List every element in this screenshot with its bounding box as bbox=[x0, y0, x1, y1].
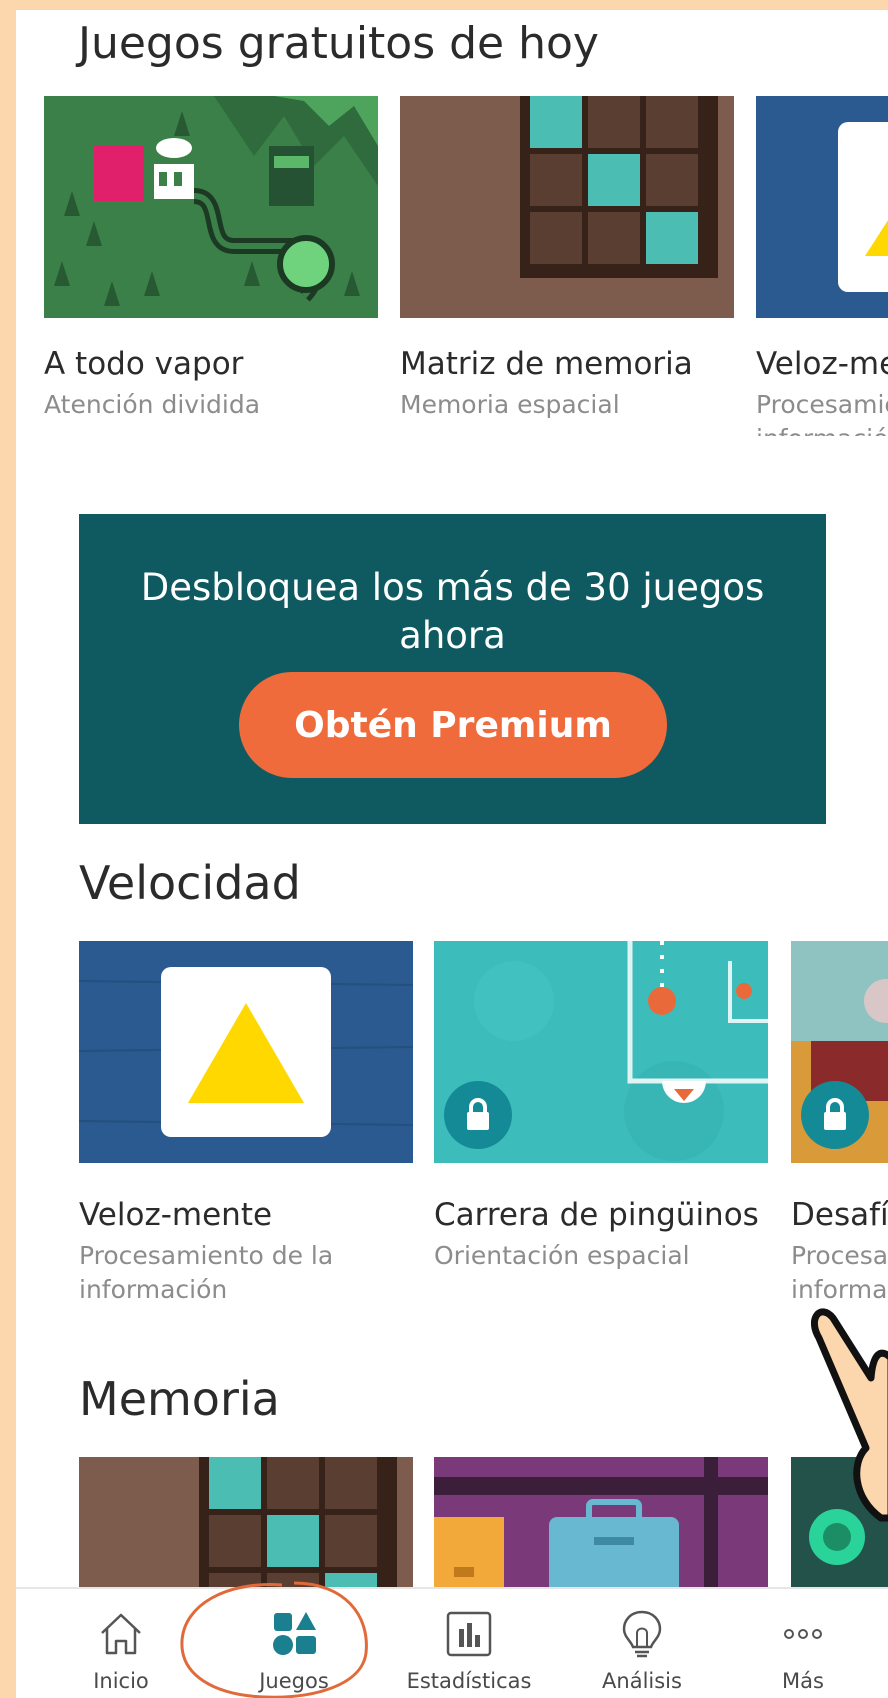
tab-mas[interactable]: Más bbox=[728, 1589, 868, 1698]
get-premium-button[interactable]: Obtén Premium bbox=[239, 672, 667, 778]
premium-banner: Desbloquea los más de 30 juegos ahora Ob… bbox=[79, 514, 826, 824]
tab-inicio[interactable]: Inicio bbox=[46, 1589, 186, 1698]
game-thumbnail bbox=[44, 96, 378, 318]
section-title-memoria: Memoria bbox=[79, 1372, 280, 1426]
banner-line-2: ahora bbox=[399, 614, 506, 657]
lightbulb-icon bbox=[622, 1610, 662, 1658]
game-category: Procesamiento de la información bbox=[756, 390, 888, 436]
bottom-tab-bar: Inicio Juegos Estadísticas Análisis Más bbox=[16, 1587, 888, 1698]
lock-icon bbox=[801, 1081, 869, 1149]
game-category: Orientación espacial bbox=[434, 1241, 690, 1270]
game-thumbnail bbox=[756, 96, 888, 318]
stats-icon bbox=[446, 1611, 492, 1657]
game-name: Carrera de pingüinos bbox=[434, 1197, 759, 1233]
game-card-veloz-mente-partial[interactable]: Veloz-me Procesamiento de la información bbox=[756, 96, 888, 436]
game-card-desafio-partial[interactable]: Desafío Procesamiento de la información bbox=[791, 941, 888, 1301]
section-title-free-games: Juegos gratuitos de hoy bbox=[78, 18, 599, 69]
section-title-velocidad: Velocidad bbox=[79, 856, 301, 910]
lock-icon bbox=[444, 1081, 512, 1149]
tab-analisis[interactable]: Análisis bbox=[567, 1589, 707, 1698]
game-category: Memoria espacial bbox=[400, 390, 620, 419]
game-thumbnail bbox=[79, 941, 413, 1163]
game-thumbnail bbox=[434, 1457, 768, 1587]
tab-label: Estadísticas bbox=[406, 1669, 532, 1693]
game-card-memoria-1[interactable] bbox=[79, 1457, 413, 1587]
tab-estadisticas[interactable]: Estadísticas bbox=[394, 1589, 534, 1698]
game-category: Procesamiento de la información bbox=[791, 1241, 888, 1301]
more-icon bbox=[784, 1629, 822, 1639]
tab-label: Análisis bbox=[602, 1669, 682, 1693]
game-name: Veloz-mente bbox=[79, 1197, 273, 1233]
home-icon bbox=[101, 1613, 141, 1655]
game-thumbnail bbox=[434, 941, 768, 1163]
game-category: Atención dividida bbox=[44, 390, 261, 419]
app-screen: Juegos gratuitos de hoy A todo vapor Ate… bbox=[16, 10, 888, 1698]
game-name: Veloz-me bbox=[756, 346, 888, 382]
pointing-hand-icon bbox=[811, 1308, 888, 1522]
banner-message: Desbloquea los más de 30 juegos ahora bbox=[79, 564, 826, 660]
game-card-memoria-2[interactable] bbox=[434, 1457, 768, 1587]
game-name: A todo vapor bbox=[44, 346, 244, 382]
tab-label: Más bbox=[782, 1669, 824, 1693]
game-name: Desafío bbox=[791, 1197, 888, 1233]
game-name: Matriz de memoria bbox=[400, 346, 693, 382]
banner-line-1: Desbloquea los más de 30 juegos bbox=[140, 566, 765, 609]
game-thumbnail bbox=[79, 1457, 413, 1587]
annotation-circle bbox=[180, 1581, 368, 1698]
game-category: Procesamiento de la información bbox=[79, 1241, 334, 1304]
game-thumbnail bbox=[791, 941, 888, 1163]
game-thumbnail bbox=[400, 96, 734, 318]
